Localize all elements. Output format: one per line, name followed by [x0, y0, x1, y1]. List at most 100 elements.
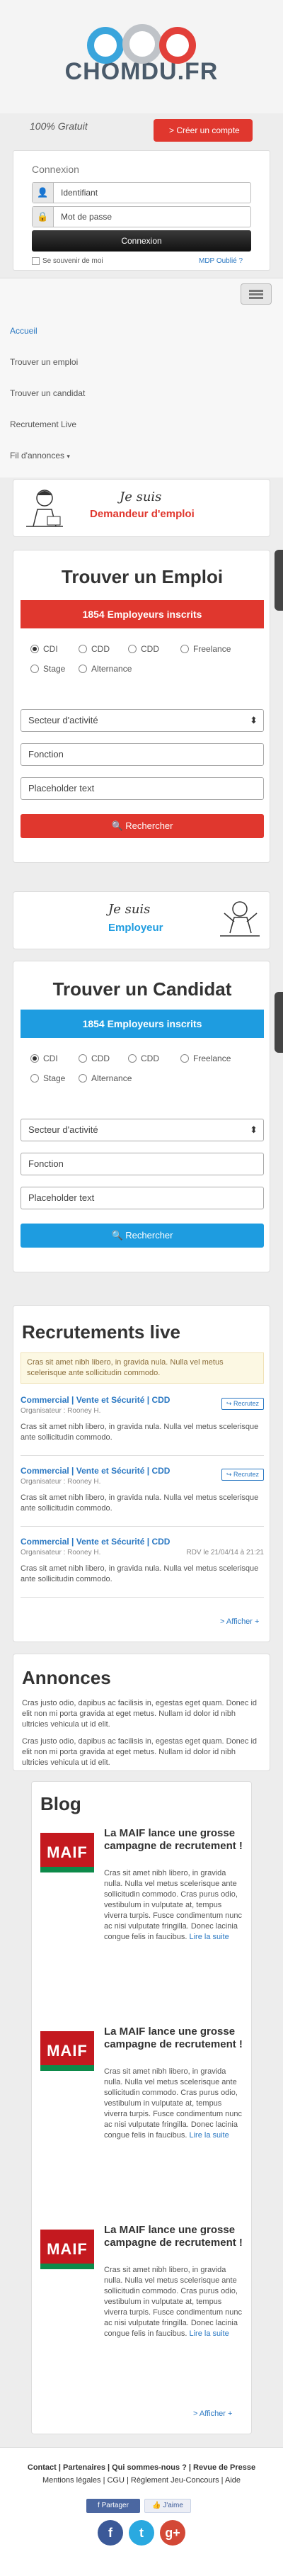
rechercher-label: Rechercher	[125, 820, 173, 831]
forgot-password-link[interactable]: MDP Oublié ?	[199, 257, 243, 265]
radio-freelance[interactable]: Freelance	[180, 644, 231, 654]
maif-logo[interactable]: MAIF	[40, 1826, 94, 1880]
radio-icon[interactable]	[30, 1054, 39, 1063]
nav-item-trouver-candidat[interactable]: Trouver un candidat	[0, 378, 283, 409]
post-title-link[interactable]: La MAIF lance une grosse campagne de rec…	[104, 2224, 243, 2249]
afficher-plus-link[interactable]: > Afficher +	[220, 1617, 259, 1626]
radio-icon[interactable]	[79, 1074, 87, 1083]
gratuit-label: 100% Gratuit	[30, 120, 88, 132]
radio-icon[interactable]	[180, 645, 189, 653]
radio-label: CDI	[43, 644, 58, 654]
recrutements-live-section: Recrutements live Cras sit amet nibh lib…	[13, 1305, 270, 1642]
radio-cdd-2[interactable]: CDD	[128, 1053, 159, 1063]
annonce-paragraph: Cras justo odio, dapibus ac facilisis in…	[22, 1699, 258, 1729]
radio-label: Alternance	[91, 1073, 132, 1083]
nav-item-trouver-emploi[interactable]: Trouver un emploi	[0, 346, 283, 378]
job-title-link[interactable]: Commercial | Vente et Sécurité | CDD	[21, 1466, 170, 1476]
job-item[interactable]: Commercial | Vente et Sécurité | CDD Org…	[21, 1537, 264, 1598]
secteur-select[interactable]: Secteur d'activité	[21, 709, 264, 732]
radio-freelance[interactable]: Freelance	[180, 1053, 231, 1063]
radio-cdi[interactable]: CDI	[30, 644, 58, 654]
remember-checkbox[interactable]: Se souvenir de moi	[32, 257, 103, 265]
identifiant-field[interactable]: 👤 Identifiant	[32, 182, 251, 203]
connexion-button[interactable]: Connexion	[32, 230, 251, 252]
job-description: Cras sit amet nibh libero, in gravida nu…	[21, 1423, 259, 1442]
nav-item-accueil[interactable]: Accueil	[0, 315, 283, 346]
recrutez-button[interactable]: ↪ Recrutez	[221, 1398, 264, 1410]
nav-item-fil-annonces[interactable]: Fil d'annonces ▾	[0, 440, 283, 471]
footer: Contact | Partenaires | Qui sommes-nous …	[0, 2447, 283, 2576]
role-card-demandeur[interactable]: Je suis Demandeur d'emploi	[13, 479, 270, 537]
placeholder-input[interactable]: Placeholder text	[21, 777, 264, 800]
radio-label: Stage	[43, 1073, 66, 1083]
lire-la-suite-link[interactable]: Lire la suite	[189, 2131, 229, 2140]
post-text: Cras sit amet nibh libero, in gravida nu…	[104, 2266, 243, 2338]
radio-icon[interactable]	[30, 665, 39, 673]
radio-alternance[interactable]: Alternance	[79, 1073, 132, 1083]
menu-bar-icon	[249, 290, 263, 292]
recrutez-button[interactable]: ↪ Recrutez	[221, 1469, 264, 1481]
post-text: Cras sit amet nibh libero, in gravida nu…	[104, 2067, 243, 2140]
post-text: Cras sit amet nibh libero, in gravida nu…	[104, 1869, 243, 1941]
search-icon: 🔍	[111, 820, 123, 831]
facebook-share-button[interactable]: f Partager	[86, 2499, 140, 2513]
job-description: Cras sit amet nibh libero, in gravida nu…	[21, 1564, 259, 1583]
radio-cdd[interactable]: CDD	[79, 1053, 110, 1063]
post-title-link[interactable]: La MAIF lance une grosse campagne de rec…	[104, 2026, 243, 2051]
annonce-paragraph: Cras justo odio, dapibus ac facilisis in…	[22, 1737, 258, 1767]
logo[interactable]: CHOMDU.FR	[0, 20, 283, 86]
radio-icon[interactable]	[180, 1054, 189, 1063]
radio-icon[interactable]	[79, 645, 87, 653]
facebook-like-button[interactable]: 👍 J'aime	[144, 2499, 191, 2513]
radio-label: CDI	[43, 1053, 58, 1063]
rechercher-button[interactable]: 🔍 Rechercher	[21, 814, 264, 838]
nav-item-recrutement-live[interactable]: Recrutement Live	[0, 409, 283, 440]
radio-icon[interactable]	[128, 645, 137, 653]
post-title-link[interactable]: La MAIF lance une grosse campagne de rec…	[104, 1827, 243, 1853]
lock-icon: 🔒	[33, 207, 54, 227]
job-title-link[interactable]: Commercial | Vente et Sécurité | CDD	[21, 1395, 170, 1405]
job-item[interactable]: Commercial | Vente et Sécurité | CDD Org…	[21, 1395, 264, 1456]
radio-cdi[interactable]: CDI	[30, 1053, 58, 1063]
rechercher-button[interactable]: 🔍 Rechercher	[21, 1224, 264, 1248]
radio-icon[interactable]	[30, 645, 39, 653]
radio-stage[interactable]: Stage	[30, 1073, 65, 1083]
radio-icon[interactable]	[79, 1054, 87, 1063]
radio-cdd[interactable]: CDD	[79, 644, 110, 654]
fonction-input[interactable]: Fonction	[21, 1153, 264, 1175]
footer-links-secondary[interactable]: Mentions légales | CGU | Règlement Jeu-C…	[0, 2476, 283, 2485]
lire-la-suite-link[interactable]: Lire la suite	[189, 2329, 229, 2338]
radio-alternance[interactable]: Alternance	[79, 664, 132, 674]
post-excerpt: Cras sit amet nibh libero, in gravida nu…	[104, 1868, 243, 1943]
checkbox-icon[interactable]	[32, 257, 40, 265]
afficher-plus-link[interactable]: > Afficher +	[193, 2410, 232, 2418]
scroll-handle[interactable]	[275, 992, 283, 1053]
maif-logo[interactable]: MAIF	[40, 2222, 94, 2276]
create-account-button[interactable]: > Créer un compte	[154, 119, 253, 142]
radio-label: Freelance	[193, 1053, 231, 1063]
like-label: J'aime	[163, 2502, 183, 2509]
placeholder-input[interactable]: Placeholder text	[21, 1187, 264, 1209]
scroll-handle[interactable]	[275, 550, 283, 611]
password-field[interactable]: 🔒 Mot de passe	[32, 206, 251, 227]
employeurs-banner: 1854 Employeurs inscrits	[21, 600, 264, 628]
radio-icon[interactable]	[79, 665, 87, 673]
secteur-select[interactable]: Secteur d'activité	[21, 1119, 264, 1141]
form-title: Trouver un Emploi	[61, 566, 224, 587]
menu-toggle-button[interactable]	[241, 283, 272, 305]
lire-la-suite-link[interactable]: Lire la suite	[189, 1933, 229, 1941]
radio-stage[interactable]: Stage	[30, 664, 65, 674]
password-placeholder: Mot de passe	[61, 212, 112, 222]
radio-cdd-2[interactable]: CDD	[128, 644, 159, 654]
maif-logo[interactable]: MAIF	[40, 2024, 94, 2078]
job-item[interactable]: Commercial | Vente et Sécurité | CDD Org…	[21, 1466, 264, 1527]
google-plus-icon[interactable]: g+	[160, 2520, 185, 2546]
radio-icon[interactable]	[30, 1074, 39, 1083]
radio-icon[interactable]	[128, 1054, 137, 1063]
job-title-link[interactable]: Commercial | Vente et Sécurité | CDD	[21, 1537, 170, 1547]
footer-links-primary[interactable]: Contact | Partenaires | Qui sommes-nous …	[0, 2463, 283, 2472]
fonction-input[interactable]: Fonction	[21, 743, 264, 766]
role-card-employeur[interactable]: Je suis Employeur	[13, 891, 270, 949]
facebook-icon[interactable]: f	[98, 2520, 123, 2546]
twitter-icon[interactable]: t	[129, 2520, 154, 2546]
